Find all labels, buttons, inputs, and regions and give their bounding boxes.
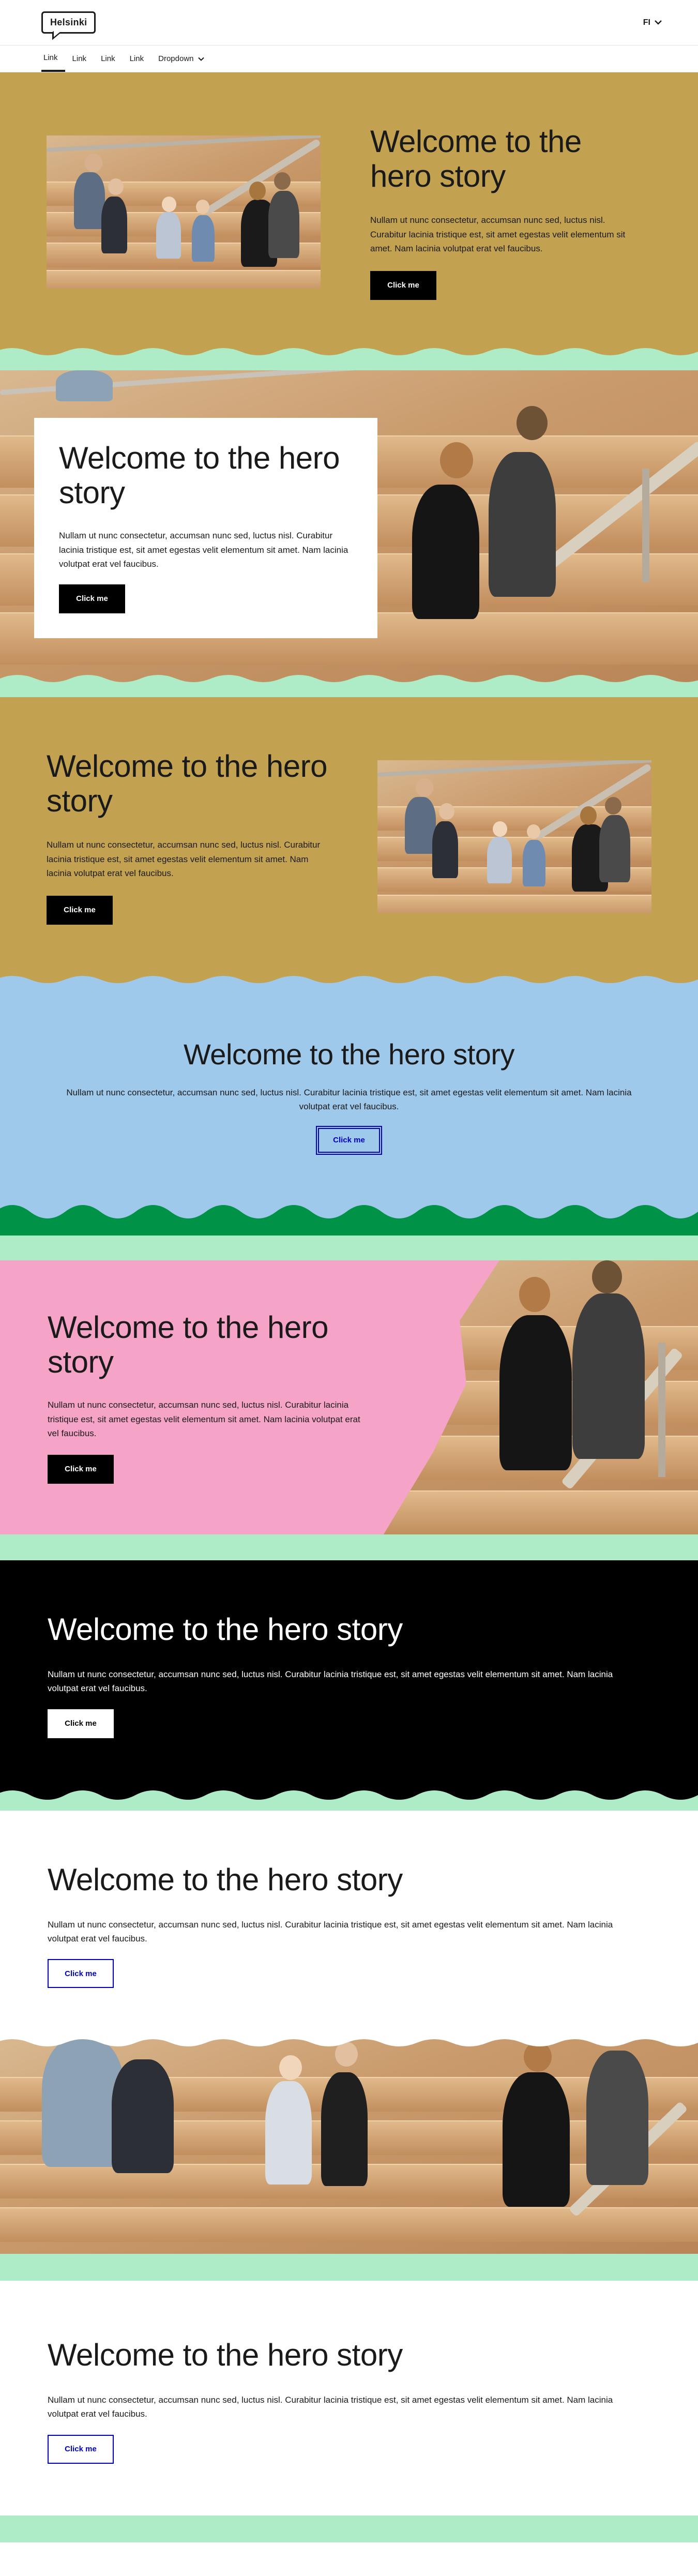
section-spacer xyxy=(0,1534,698,1560)
page-footer-band xyxy=(0,2515,698,2542)
click-me-button[interactable]: Click me xyxy=(316,1125,382,1155)
wave-divider xyxy=(0,341,698,370)
hero-diagonal: Welcome to the hero story Nullam ut nunc… xyxy=(0,1260,698,1534)
hero-text: Nullam ut nunc consectetur, accumsan nun… xyxy=(370,215,626,253)
nav-link-label: Link xyxy=(101,54,115,63)
section-spacer xyxy=(0,1251,698,1260)
wave-divider xyxy=(0,1204,698,1251)
click-me-button[interactable]: Click me xyxy=(59,584,125,613)
hero-photo xyxy=(47,135,321,289)
nav-link-1[interactable]: Link xyxy=(41,46,65,72)
hero-title: Welcome to the hero story xyxy=(59,440,340,510)
chevron-down-icon xyxy=(198,55,204,63)
click-me-button[interactable]: Click me xyxy=(48,1709,114,1738)
hero-title: Welcome to the hero story xyxy=(370,124,582,194)
click-me-button[interactable]: Click me xyxy=(47,895,113,925)
hero-title: Welcome to the hero story xyxy=(47,748,328,819)
hero-background-image: Welcome to the hero story Nullam ut nunc… xyxy=(0,370,698,697)
hero-title: Welcome to the hero story xyxy=(48,1862,403,1897)
nav-link-2[interactable]: Link xyxy=(65,46,94,72)
hero-light-2: Welcome to the hero story Nullam ut nunc… xyxy=(0,2281,698,2515)
hero-image-right: Welcome to the hero story Nullam ut nunc… xyxy=(0,697,698,993)
hero-text: Nullam ut nunc consectetur, accumsan nun… xyxy=(48,1669,613,1694)
nav-dropdown-label: Dropdown xyxy=(158,54,194,63)
hero-text: Nullam ut nunc consectetur, accumsan nun… xyxy=(59,531,348,569)
hero-text: Nullam ut nunc consectetur, accumsan nun… xyxy=(48,1400,360,1438)
click-me-button[interactable]: Click me xyxy=(48,1454,114,1484)
chevron-down-icon xyxy=(655,18,662,27)
nav-link-label: Link xyxy=(72,54,87,63)
nav-link-4[interactable]: Link xyxy=(123,46,151,72)
hero-text: Nullam ut nunc consectetur, accumsan nun… xyxy=(48,2395,613,2419)
hero-centered: Welcome to the hero story Nullam ut nunc… xyxy=(0,992,698,1251)
hero-title: Welcome to the hero story xyxy=(48,1309,329,1380)
hero-title: Welcome to the hero story xyxy=(48,2338,403,2373)
click-me-button[interactable]: Click me xyxy=(48,1959,114,1989)
click-me-button[interactable]: Click me xyxy=(48,2434,114,2464)
wave-divider xyxy=(0,675,698,697)
hero-text: Nullam ut nunc consectetur, accumsan nun… xyxy=(48,1919,613,1944)
hero-wide-photo xyxy=(0,2038,698,2255)
hero-card: Welcome to the hero story Nullam ut nunc… xyxy=(34,417,377,638)
wave-divider xyxy=(0,972,698,993)
site-header: Helsinki FI xyxy=(0,0,698,46)
hero-photo xyxy=(377,760,651,913)
nav-link-label: Link xyxy=(43,53,58,62)
hero-title: Welcome to the hero story xyxy=(183,1037,515,1071)
hero-image-left: Welcome to the hero story Nullam ut nunc… xyxy=(0,72,698,370)
hero-dark: Welcome to the hero story Nullam ut nunc… xyxy=(0,1560,698,1811)
wave-divider xyxy=(0,2038,698,2047)
wave-divider xyxy=(0,1787,698,1811)
nav-dropdown[interactable]: Dropdown xyxy=(151,46,211,72)
hero-wide-image xyxy=(0,2038,698,2281)
hero-title: Welcome to the hero story xyxy=(48,1611,403,1647)
hero-text: Nullam ut nunc consectetur, accumsan nun… xyxy=(66,1087,632,1111)
hero-photo xyxy=(384,1260,698,1534)
nav-link-label: Link xyxy=(129,54,144,63)
nav-link-3[interactable]: Link xyxy=(94,46,123,72)
hero-text: Nullam ut nunc consectetur, accumsan nun… xyxy=(47,840,321,878)
language-code: FI xyxy=(643,18,650,27)
mint-divider xyxy=(0,2254,698,2281)
logo-text: Helsinki xyxy=(50,17,87,27)
language-selector[interactable]: FI xyxy=(643,18,662,27)
click-me-button[interactable]: Click me xyxy=(370,270,436,300)
helsinki-logo[interactable]: Helsinki xyxy=(41,11,96,34)
main-navigation: Link Link Link Link Dropdown xyxy=(0,46,698,72)
hero-light: Welcome to the hero story Nullam ut nunc… xyxy=(0,1811,698,2038)
